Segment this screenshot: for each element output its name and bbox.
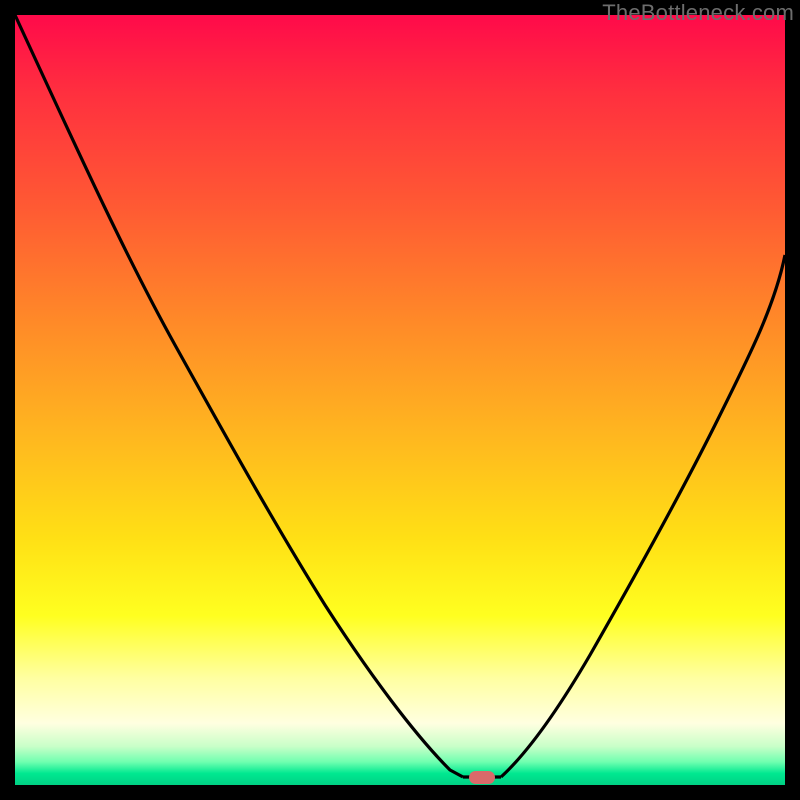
curve-right-branch xyxy=(501,255,785,777)
chart-plot-area xyxy=(15,15,785,785)
curve-left-branch xyxy=(15,15,463,777)
chart-frame: TheBottleneck.com xyxy=(0,0,800,800)
bottleneck-marker xyxy=(469,771,495,784)
bottleneck-curve xyxy=(15,15,785,785)
watermark-text: TheBottleneck.com xyxy=(602,0,794,26)
